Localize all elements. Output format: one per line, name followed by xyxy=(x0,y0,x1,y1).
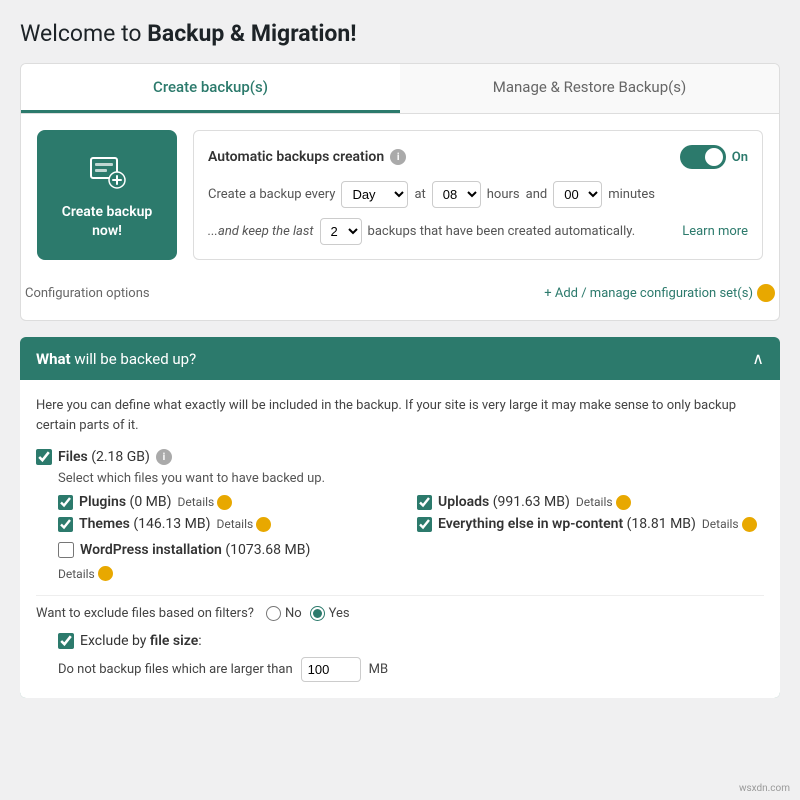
everything-else-label: Everything else in wp-content (18.81 MB) xyxy=(438,516,696,532)
plugins-label: Plugins (0 MB) xyxy=(79,494,172,510)
uploads-label: Uploads (991.63 MB) xyxy=(438,494,570,510)
auto-backup-panel: Automatic backups creation i On Create a… xyxy=(193,130,763,260)
themes-item: Themes (146.13 MB) Details xyxy=(58,516,405,532)
uploads-item: Uploads (991.63 MB) Details xyxy=(417,494,764,510)
at-label: at xyxy=(414,187,425,202)
create-backup-label: Create backup now! xyxy=(62,203,153,239)
minutes-select[interactable]: 00 15 30 xyxy=(553,181,602,208)
uploads-details-icon xyxy=(616,495,631,510)
plugins-details-icon xyxy=(217,495,232,510)
toggle-on-label: On xyxy=(732,150,748,165)
exclude-no-radio[interactable]: No xyxy=(266,606,302,621)
themes-details-link[interactable]: Details xyxy=(216,517,271,532)
config-manage-link[interactable]: + Add / manage configuration set(s) xyxy=(544,284,775,302)
tab-create-backups[interactable]: Create backup(s) xyxy=(21,64,400,113)
hours-select[interactable]: 08 00 12 xyxy=(432,181,481,208)
themes-label: Themes (146.13 MB) xyxy=(79,516,210,532)
files-label: Files (2.18 GB) xyxy=(58,449,150,465)
wp-install-label: WordPress installation (1073.68 MB) xyxy=(80,542,310,558)
keep-prefix-label: ...and keep the last xyxy=(208,224,314,239)
page-title: Welcome to Backup & Migration! xyxy=(20,20,780,47)
uploads-details-link[interactable]: Details xyxy=(576,495,631,510)
everything-else-details-link[interactable]: Details xyxy=(702,517,757,532)
config-manage-icon xyxy=(757,284,775,302)
auto-backup-info-icon[interactable]: i xyxy=(390,149,406,165)
schedule-row: Create a backup every Day Hour Week at 0… xyxy=(208,181,748,208)
wp-install-details-row: Details xyxy=(58,566,764,581)
exclude-yes-input[interactable] xyxy=(310,606,325,621)
files-checkbox-item: Files (2.18 GB) i xyxy=(36,449,764,465)
files-sublabel: Select which files you want to have back… xyxy=(58,471,764,486)
plugins-details-link[interactable]: Details xyxy=(178,495,233,510)
files-info-icon[interactable]: i xyxy=(156,449,172,465)
exclude-filters-group: Want to exclude files based on filters? … xyxy=(36,606,764,621)
exclude-filters-question: Want to exclude files based on filters? xyxy=(36,606,254,621)
auto-backup-toggle[interactable] xyxy=(680,145,726,169)
config-options-bar: Configuration options + Add / manage con… xyxy=(21,276,779,310)
exclude-yes-radio[interactable]: Yes xyxy=(310,606,350,621)
learn-more-link[interactable]: Learn more xyxy=(682,224,748,239)
and-label: and xyxy=(526,187,548,202)
tab-manage-restore[interactable]: Manage & Restore Backup(s) xyxy=(400,64,779,113)
main-card: Create backup now! Automatic backups cre… xyxy=(20,114,780,321)
exclude-filesize-checkbox[interactable] xyxy=(58,633,74,649)
themes-details-icon xyxy=(256,517,271,532)
hours-label: hours xyxy=(487,187,520,202)
wp-install-checkbox[interactable] xyxy=(58,542,74,558)
what-section-accordion: What will be backed up? ∧ Here you can d… xyxy=(20,337,780,698)
keep-count-select[interactable]: 2 3 5 xyxy=(320,218,362,245)
exclude-no-input[interactable] xyxy=(266,606,281,621)
wp-install-details-link[interactable]: Details xyxy=(58,566,113,581)
size-unit-label: MB xyxy=(369,662,388,677)
backup-section: Create backup now! Automatic backups cre… xyxy=(21,114,779,276)
minutes-label: minutes xyxy=(608,187,655,202)
size-value-input[interactable] xyxy=(301,657,361,682)
size-desc-label: Do not backup files which are larger tha… xyxy=(58,662,293,677)
exclude-filesize-section: Exclude by file size: Do not backup file… xyxy=(58,633,764,682)
config-options-label: Configuration options xyxy=(25,286,150,301)
files-sub-checkboxes: Plugins (0 MB) Details Uploads (991.63 M… xyxy=(58,494,764,532)
auto-backup-header: Automatic backups creation i On xyxy=(208,145,748,169)
tabs-container: Create backup(s) Manage & Restore Backup… xyxy=(20,63,780,114)
plugins-checkbox[interactable] xyxy=(58,495,73,510)
plugins-item: Plugins (0 MB) Details xyxy=(58,494,405,510)
toggle-wrapper[interactable]: On xyxy=(680,145,748,169)
files-checkbox[interactable] xyxy=(36,449,52,465)
auto-backup-title: Automatic backups creation i xyxy=(208,149,406,165)
what-section-header[interactable]: What will be backed up? ∧ xyxy=(20,337,780,380)
interval-select[interactable]: Day Hour Week xyxy=(341,181,408,208)
everything-else-details-icon xyxy=(742,517,757,532)
wp-install-details-icon xyxy=(98,566,113,581)
keep-suffix-label: backups that have been created automatic… xyxy=(368,224,636,239)
themes-checkbox[interactable] xyxy=(58,517,73,532)
watermark: wsxdn.com xyxy=(739,783,790,794)
schedule-prefix-label: Create a backup every xyxy=(208,187,335,202)
everything-else-checkbox[interactable] xyxy=(417,517,432,532)
keep-row: ...and keep the last 2 3 5 backups that … xyxy=(208,218,748,245)
exclude-filesize-label: Exclude by file size: xyxy=(80,633,202,649)
uploads-checkbox[interactable] xyxy=(417,495,432,510)
exclude-size-row: Do not backup files which are larger tha… xyxy=(58,657,764,682)
what-section-title: What will be backed up? xyxy=(36,350,196,368)
what-section-desc: Here you can define what exactly will be… xyxy=(36,396,764,435)
wp-install-item: WordPress installation (1073.68 MB) xyxy=(58,542,764,558)
backup-icon xyxy=(87,150,127,195)
create-backup-now-button[interactable]: Create backup now! xyxy=(37,130,177,260)
everything-else-item: Everything else in wp-content (18.81 MB)… xyxy=(417,516,764,532)
chevron-up-icon: ∧ xyxy=(752,349,764,368)
what-section-body: Here you can define what exactly will be… xyxy=(20,380,780,698)
divider xyxy=(36,595,764,596)
